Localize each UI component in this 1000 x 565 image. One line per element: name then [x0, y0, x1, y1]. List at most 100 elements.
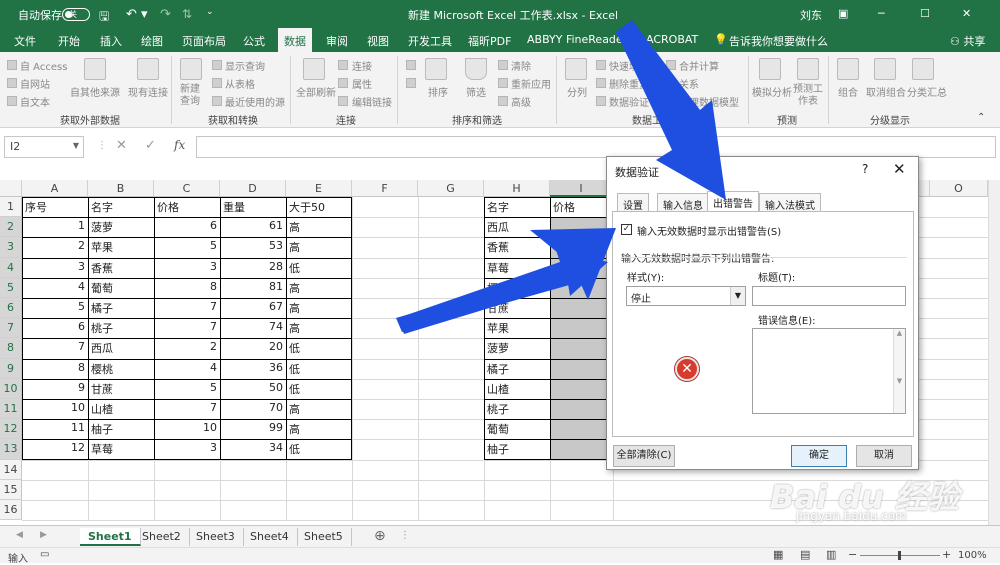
clear-all-button[interactable]: 全部清除(C): [613, 445, 675, 467]
edit-links[interactable]: 编辑链接: [352, 94, 392, 109]
row-header[interactable]: 5: [0, 277, 22, 298]
column-header[interactable]: A: [22, 180, 88, 197]
table-header-cell[interactable]: 大于50: [286, 197, 352, 217]
column-header[interactable]: H: [484, 180, 550, 197]
manage-data-model[interactable]: 管理数据模型: [679, 94, 739, 109]
lookup-name-cell[interactable]: 香蕉: [484, 237, 550, 257]
row-header[interactable]: 10: [0, 378, 22, 399]
subtotal-button[interactable]: 分类汇总: [907, 84, 947, 99]
table-cell[interactable]: 桃子: [88, 318, 154, 338]
sort-quick-icon[interactable]: ⇅: [182, 7, 192, 21]
table-cell[interactable]: 甘蔗: [88, 379, 154, 399]
table-cell[interactable]: 山楂: [88, 399, 154, 419]
tab-ime-mode[interactable]: 输入法模式: [759, 193, 821, 212]
consolidate[interactable]: 合并计算: [679, 58, 719, 73]
select-all-corner[interactable]: [0, 180, 22, 197]
show-queries[interactable]: 显示查询: [225, 58, 265, 73]
save-icon[interactable]: 🖫: [99, 7, 109, 28]
row-header[interactable]: 13: [0, 439, 22, 460]
sort-button[interactable]: 排序: [428, 84, 448, 99]
table-cell[interactable]: 橘子: [88, 298, 154, 318]
sheet-tab-2[interactable]: Sheet2: [134, 528, 190, 546]
filter-button[interactable]: 筛选: [466, 84, 486, 99]
minimize-icon[interactable]: ─: [878, 7, 885, 20]
lookup-name-cell[interactable]: 苹果: [484, 318, 550, 338]
connections[interactable]: 连接: [352, 58, 372, 73]
lookup-name-cell[interactable]: 甘蔗: [484, 298, 550, 318]
table-cell[interactable]: 西瓜: [88, 338, 154, 358]
normal-view-icon[interactable]: ▦: [773, 548, 783, 561]
sheet-tab-3[interactable]: Sheet3: [188, 528, 244, 546]
row-header[interactable]: 11: [0, 399, 22, 420]
show-error-checkbox[interactable]: ✓: [621, 224, 632, 235]
redo-icon[interactable]: ↷: [160, 7, 171, 22]
recent-sources[interactable]: 最近使用的源: [225, 94, 285, 109]
chevron-down-icon[interactable]: ▼: [73, 141, 79, 150]
relationships[interactable]: 关系: [679, 76, 699, 91]
table-cell[interactable]: 4: [22, 278, 88, 298]
lookup-header-cell[interactable]: 名字: [484, 197, 550, 217]
table-cell[interactable]: 柚子: [88, 419, 154, 439]
reapply-button[interactable]: 重新应用: [511, 76, 551, 91]
show-error-label[interactable]: 输入无效数据时显示出错警告(S): [637, 223, 781, 238]
from-web[interactable]: 自网站: [20, 76, 50, 91]
what-if-analysis[interactable]: 模拟分析: [752, 84, 792, 99]
sort-desc-icon[interactable]: [406, 78, 416, 88]
lookup-name-cell[interactable]: 樱桃: [484, 278, 550, 298]
table-cell[interactable]: 5: [154, 237, 220, 257]
table-cell[interactable]: 81: [220, 278, 286, 298]
table-cell[interactable]: 61: [220, 217, 286, 237]
table-cell[interactable]: 7: [154, 298, 220, 318]
table-cell[interactable]: 7: [154, 399, 220, 419]
table-cell[interactable]: 20: [220, 338, 286, 358]
table-cell[interactable]: 99: [220, 419, 286, 439]
table-cell[interactable]: 34: [220, 439, 286, 459]
table-cell[interactable]: 36: [220, 359, 286, 379]
table-cell[interactable]: 高: [286, 217, 352, 237]
lookup-name-cell[interactable]: 橘子: [484, 359, 550, 379]
tab-splitter-icon[interactable]: ⋮: [400, 530, 410, 541]
tab-page-layout[interactable]: 页面布局: [182, 33, 226, 49]
prev-sheet-icon[interactable]: ◀: [16, 530, 23, 540]
insert-function-icon[interactable]: fx: [174, 138, 185, 152]
table-cell[interactable]: 低: [286, 258, 352, 278]
lookup-name-cell[interactable]: 西瓜: [484, 217, 550, 237]
row-header[interactable]: 15: [0, 479, 22, 500]
column-header[interactable]: I: [550, 180, 613, 197]
table-cell[interactable]: 低: [286, 338, 352, 358]
table-cell[interactable]: 6: [22, 318, 88, 338]
table-cell[interactable]: 9: [22, 379, 88, 399]
flash-fill[interactable]: 快速填充: [609, 58, 649, 73]
table-cell[interactable]: 低: [286, 439, 352, 459]
style-select[interactable]: 停止 ▼: [626, 286, 746, 306]
group-button[interactable]: 组合: [838, 84, 858, 99]
dialog-close-button[interactable]: ✕: [893, 160, 906, 178]
table-cell[interactable]: 3: [154, 439, 220, 459]
tab-formulas[interactable]: 公式: [243, 33, 265, 49]
next-sheet-icon[interactable]: ▶: [40, 530, 47, 540]
existing-connections[interactable]: 现有连接: [128, 84, 168, 99]
chevron-down-icon[interactable]: ▼: [730, 287, 745, 305]
table-cell[interactable]: 草莓: [88, 439, 154, 459]
table-cell[interactable]: 3: [22, 258, 88, 278]
row-header[interactable]: 7: [0, 318, 22, 339]
table-cell[interactable]: 53: [220, 237, 286, 257]
lookup-name-cell[interactable]: 草莓: [484, 258, 550, 278]
tab-developer[interactable]: 开发工具: [408, 33, 452, 49]
properties[interactable]: 属性: [352, 76, 372, 91]
tab-view[interactable]: 视图: [367, 33, 389, 49]
table-cell[interactable]: 高: [286, 298, 352, 318]
close-icon[interactable]: ✕: [962, 7, 971, 20]
tab-review[interactable]: 审阅: [326, 33, 348, 49]
table-cell[interactable]: 2: [22, 237, 88, 257]
table-cell[interactable]: 樱桃: [88, 359, 154, 379]
table-header-cell[interactable]: 重量: [220, 197, 286, 217]
table-cell[interactable]: 2: [154, 338, 220, 358]
advanced-button[interactable]: 高级: [511, 94, 531, 109]
title-input[interactable]: [752, 286, 906, 306]
row-header[interactable]: 16: [0, 500, 22, 521]
share-button[interactable]: ⚇ 共享: [950, 33, 985, 49]
help-button[interactable]: ?: [862, 162, 868, 176]
row-header[interactable]: 14: [0, 459, 22, 480]
lookup-header-cell[interactable]: 价格: [550, 197, 613, 217]
